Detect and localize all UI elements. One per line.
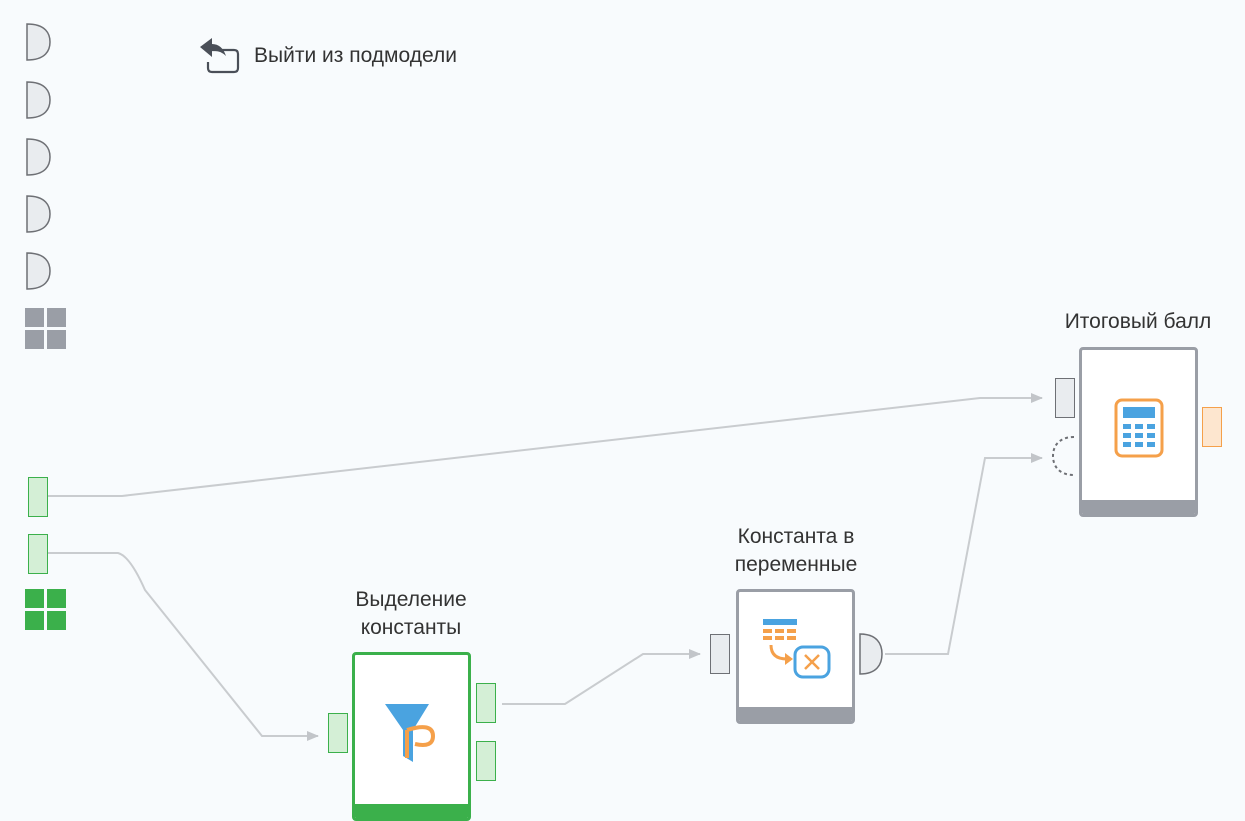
const-to-vars-input-port[interactable]: [710, 634, 730, 674]
extract-const-title-line1: Выделение: [355, 588, 467, 611]
variable-port-1[interactable]: [24, 22, 54, 62]
variable-port-4[interactable]: [24, 194, 54, 234]
const-to-vars-title-line2: переменные: [734, 553, 858, 576]
variable-port-5[interactable]: [24, 251, 54, 291]
calculator-icon: [1114, 398, 1164, 458]
link-input1-to-total-score[interactable]: [48, 393, 1043, 497]
input-table-port-1[interactable]: [28, 477, 48, 517]
variable-port-3[interactable]: [24, 137, 54, 177]
variable-port-2[interactable]: [24, 80, 54, 120]
exit-submodel-label: Выйти из подмодели: [254, 44, 457, 67]
link-extract-const-to-const-vars[interactable]: [502, 649, 701, 705]
const-to-vars-output-variable-port[interactable]: [857, 632, 885, 676]
link-input2-to-extract-const[interactable]: [48, 552, 319, 741]
variables-grid-icon[interactable]: [25, 308, 67, 350]
table-to-variable-icon: [763, 619, 831, 679]
const-to-vars-title: Константа в переменные: [696, 523, 896, 579]
extract-const-status-bar: [355, 804, 468, 818]
extract-const-title-line2: константы: [360, 616, 462, 639]
const-to-vars-status-bar: [739, 707, 852, 721]
total-score-status-bar: [1082, 500, 1195, 514]
extract-const-output-port-2[interactable]: [476, 741, 496, 781]
total-score-input-table-port[interactable]: [1055, 378, 1075, 418]
const-to-vars-node[interactable]: [736, 589, 855, 724]
filter-funnel-icon: [385, 704, 436, 762]
link-const-vars-to-total-score[interactable]: [885, 453, 1043, 655]
exit-submodel-button[interactable]: Выйти из подмодели: [198, 36, 457, 76]
input-ports-grid-icon[interactable]: [25, 589, 67, 631]
total-score-input-variable-port[interactable]: [1050, 435, 1076, 477]
extract-const-title: Выделение константы: [311, 586, 511, 642]
total-score-title: Итоговый балл: [1064, 310, 1212, 333]
input-table-port-2[interactable]: [28, 534, 48, 574]
extract-const-output-port-1[interactable]: [476, 683, 496, 723]
extract-const-node[interactable]: [352, 652, 471, 821]
undo-arrow-icon: [200, 38, 240, 74]
total-score-output-port[interactable]: [1202, 407, 1222, 447]
extract-const-input-port[interactable]: [328, 713, 348, 753]
total-score-node[interactable]: [1079, 347, 1198, 517]
const-to-vars-title-line1: Константа в: [737, 525, 855, 548]
